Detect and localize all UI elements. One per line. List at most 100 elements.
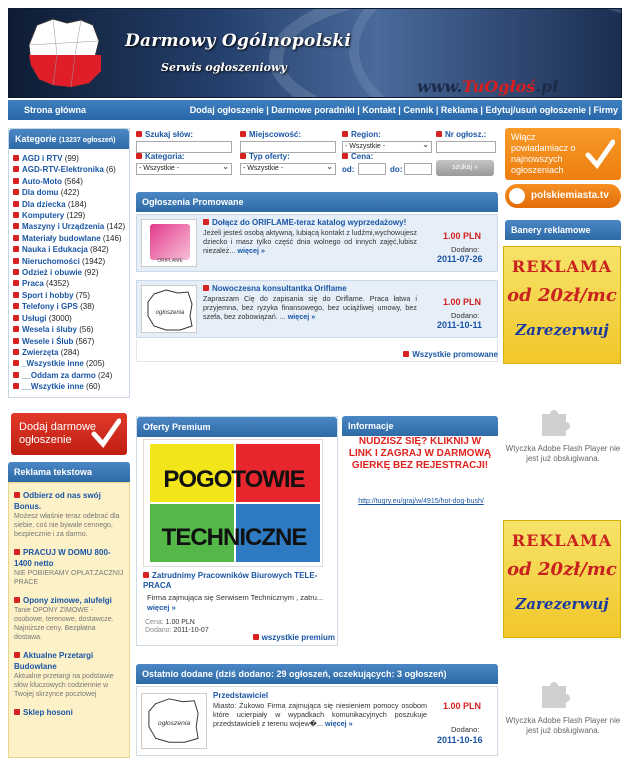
reklama-line2: od 20zł/mc — [507, 559, 617, 580]
site-url-logo[interactable]: www.TuOgłoś.pl — [417, 77, 558, 96]
number-input[interactable] — [436, 141, 496, 153]
bullet-icon — [13, 166, 19, 173]
promo-date: 2011-07-26 — [437, 254, 483, 264]
nav-link-pricing[interactable]: Cennik — [403, 105, 433, 115]
category-item[interactable]: Nauka i Edukacja (842) — [13, 244, 129, 255]
text-ad-title[interactable]: Odbierz od nas swój Bonus. — [14, 490, 124, 512]
promo-item[interactable]: ogłoszenia Nowoczesna konsultantka Orifl… — [136, 280, 498, 338]
category-item[interactable]: Zwierzęta (284) — [13, 347, 129, 358]
info-header: Informacje — [342, 416, 498, 436]
promo-title[interactable]: Dołącz do ORIFLAME-teraz katalog wyprzed… — [203, 218, 406, 227]
bullet-icon — [13, 371, 19, 378]
more-link[interactable]: więcej » — [288, 312, 316, 321]
category-item[interactable]: Usługi (3000) — [13, 313, 129, 324]
bullet-icon — [14, 492, 20, 498]
category-item[interactable]: AGD i RTV (99) — [13, 153, 129, 164]
notify-button[interactable]: Włącz powiadamiacz o najnowszych ogłosze… — [505, 128, 621, 180]
category-item[interactable]: Wesela i śluby (56) — [13, 324, 129, 335]
polskiemiasta-button[interactable]: polskiemiasta.tv — [505, 184, 621, 208]
all-promo-link[interactable]: Wszystkie promowane — [403, 350, 498, 359]
promo-price: 1.00 PLN — [443, 297, 482, 307]
nav-link-add[interactable]: Dodaj ogłoszenie — [190, 105, 264, 115]
nav-link-guides[interactable]: Darmowe poradniki — [271, 105, 355, 115]
category-item[interactable]: Materiały budowlane (146) — [13, 233, 129, 244]
search-button[interactable]: szukaj » — [436, 160, 494, 176]
category-item[interactable]: Wesele i Ślub (567) — [13, 336, 129, 347]
category-item[interactable]: Odzież i obuwie (92) — [13, 267, 129, 278]
more-link[interactable]: więcej » — [237, 246, 265, 255]
bullet-icon — [14, 709, 20, 715]
nav-link-edit[interactable]: Edytuj/usuń ogłoszenie — [485, 105, 586, 115]
category-item[interactable]: Maszyny i Urządzenia (142) — [13, 221, 129, 232]
recent-item[interactable]: ogłoszenia Przedstawiciel Miasto: Żukowo… — [136, 686, 498, 756]
all-premium-link[interactable]: wszystkie premium — [252, 633, 335, 642]
notify-text: Włącz powiadamiacz o najnowszych ogłosze… — [511, 132, 576, 175]
category-item[interactable]: Telefony i GPS (38) — [13, 301, 129, 312]
text-ad-title[interactable]: Aktualne Przetargi Budowlane — [14, 650, 124, 672]
premium-image-word1: POGOTOWIE — [163, 466, 305, 493]
category-label: Kategoria: — [136, 152, 185, 161]
bullet-icon — [13, 291, 19, 298]
recent-item-desc: Miasto: Żukowo Firma zajmująca się niesi… — [213, 701, 427, 729]
add-listing-button[interactable]: Dodaj darmowe ogłoszenie — [11, 413, 127, 455]
category-item[interactable]: _Wszystkie inne (205) — [13, 358, 129, 369]
promo-date: 2011-10-11 — [437, 320, 483, 330]
nav-link-companies[interactable]: Firmy — [593, 105, 618, 115]
premium-image[interactable]: POGOTOWIE TECHNICZNE — [143, 439, 323, 567]
category-item[interactable]: Komputery (129) — [13, 210, 129, 221]
reklama-line3: Zarezerwuj — [515, 321, 609, 339]
promo-header: Ogłoszenia Promowane — [136, 192, 498, 212]
premium-price: Cena: 1.00 PLN — [145, 619, 195, 626]
reklama-banner[interactable]: REKLAMA od 20zł/mc Zarezerwuj — [503, 520, 621, 638]
category-item[interactable]: Dla dziecka (184) — [13, 199, 129, 210]
category-item[interactable]: __Oddam za darmo (24) — [13, 370, 129, 381]
nav-link-contact[interactable]: Kontakt — [362, 105, 396, 115]
category-item[interactable]: AGD-RTV-Elektronika (6) — [13, 164, 129, 175]
checkmark-icon — [585, 139, 615, 170]
promo-price: 1.00 PLN — [443, 231, 482, 241]
promo-title[interactable]: Nowoczesna konsultantka Oriflame — [203, 284, 347, 293]
reklama-banner[interactable]: REKLAMA od 20zł/mc Zarezerwuj — [503, 246, 621, 364]
price-label: Cena: — [342, 152, 373, 161]
poland-map-icon — [28, 18, 102, 88]
type-select[interactable]: - Wszystkie - — [240, 162, 336, 175]
price-to-input[interactable] — [404, 163, 432, 175]
recent-date: 2011-10-16 — [437, 735, 483, 745]
category-item[interactable]: __Wszytkie inne (60) — [13, 381, 129, 392]
bullet-icon — [13, 223, 19, 230]
bullet-icon — [13, 189, 19, 196]
nav-links: Dodaj ogłoszenie | Darmowe poradniki | K… — [189, 105, 618, 115]
search-words-label: Szukaj słów: — [136, 130, 193, 139]
nav-home-link[interactable]: Strona główna — [24, 100, 86, 120]
category-item[interactable]: Sport i hobby (75) — [13, 290, 129, 301]
info-game-link[interactable]: http://tugry.eu/graj/w/4915/hot-dog-bush… — [346, 498, 496, 505]
premium-date: Dodano: 2011-10-07 — [145, 627, 209, 634]
premium-item-title[interactable]: Zatrudnimy Pracowników Biurowych TELE-PR… — [143, 571, 333, 591]
text-ad-title[interactable]: Sklep hosoni — [14, 707, 124, 718]
category-select[interactable]: - Wszystkie - — [136, 162, 232, 175]
text-ad-title[interactable]: PRACUJ W DOMU 800-1400 netto — [14, 547, 124, 569]
category-item[interactable]: Dla domu (422) — [13, 187, 129, 198]
price-from-input[interactable] — [358, 163, 386, 175]
category-item[interactable]: Praca (4352) — [13, 278, 129, 289]
svg-text:ogłoszenia: ogłoszenia — [156, 310, 185, 316]
bullet-icon — [13, 212, 19, 219]
region-label: Region: — [342, 130, 381, 139]
info-game-text[interactable]: NUDZISZ SIĘ? KLIKNIJ W LINK I ZAGRAJ W D… — [346, 436, 494, 472]
premium-image-word2: TECHNICZNE — [161, 524, 308, 551]
promo-item[interactable]: ORIFLAME Dołącz do ORIFLAME-teraz katalo… — [136, 214, 498, 272]
url-brand: TuOgłoś — [462, 77, 536, 96]
nav-link-ads[interactable]: Reklama — [441, 105, 478, 115]
more-link[interactable]: więcej » — [325, 719, 353, 728]
categories-list: AGD i RTV (99) AGD-RTV-Elektronika (6) Aut… — [9, 149, 129, 393]
recent-item-title[interactable]: Przedstawiciel — [213, 691, 268, 700]
bullet-icon — [14, 549, 20, 555]
text-ad-title[interactable]: Opony zimowe, alufelgi — [14, 595, 124, 606]
url-suffix: .pl — [535, 77, 559, 96]
more-link[interactable]: więcej » — [147, 603, 176, 612]
promo-description: Jeżeli jesteś osobą aktywną, lubiącą kon… — [203, 228, 417, 256]
category-item[interactable]: Auto-Moto (564) — [13, 176, 129, 187]
recent-date-label: Dodano: — [451, 725, 480, 734]
category-item[interactable]: Nieruchomości (1942) — [13, 256, 129, 267]
text-ad-desc: NIE POBIERAMY OPŁAT.ZACZNIJ PRACE — [14, 570, 124, 586]
